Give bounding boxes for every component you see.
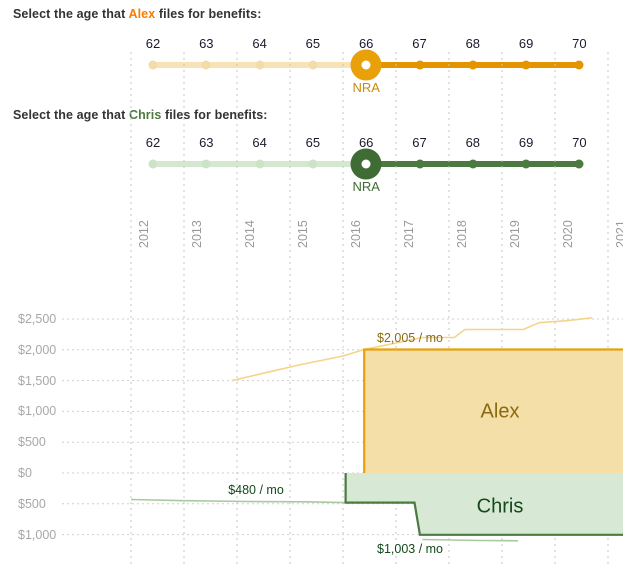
chris-benefit-guide-line-upper bbox=[130, 498, 346, 504]
y-tick-1000: $1,000 bbox=[18, 527, 57, 542]
y-tick-500: $500 bbox=[18, 435, 46, 450]
benefits-chart bbox=[62, 52, 623, 564]
y-tick-500: $500 bbox=[18, 496, 46, 511]
chris-benefit-callout-upper: $480 / mo bbox=[228, 483, 284, 497]
y-tick-2000: $2,000 bbox=[18, 342, 57, 357]
chris-benefit-guide-line-lower bbox=[422, 538, 518, 542]
chris-region-label: Chris bbox=[476, 495, 524, 518]
y-tick-1000: $1,000 bbox=[18, 404, 57, 419]
alex-benefit-callout: $2,005 / mo bbox=[376, 331, 444, 345]
chris-benefit-callout-lower: $1,003 / mo bbox=[376, 542, 444, 556]
y-tick-2500: $2,500 bbox=[18, 312, 57, 326]
y-tick-1500: $1,500 bbox=[18, 373, 57, 388]
y-tick-0: $0 bbox=[18, 466, 32, 480]
alex-region-label: Alex bbox=[480, 400, 520, 423]
